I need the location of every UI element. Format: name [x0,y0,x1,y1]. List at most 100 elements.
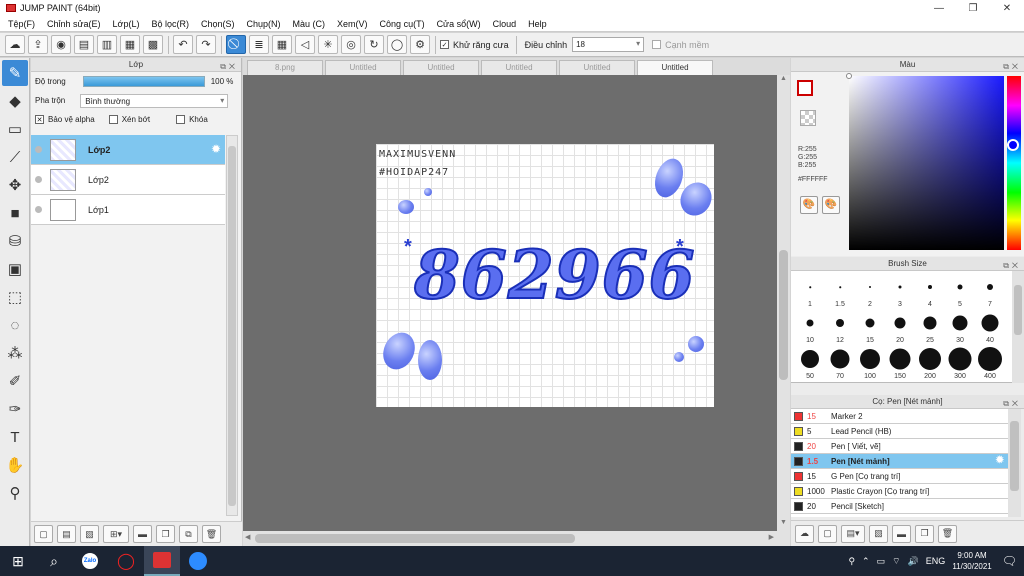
share-icon[interactable]: ⇪ [28,35,48,54]
scroll-right-icon[interactable]: ▶ [769,533,774,541]
people-icon[interactable]: ⚲ [848,556,855,567]
magic-wand-tool-icon[interactable]: ⁂ [2,340,28,366]
jump-paint-icon[interactable] [144,546,180,576]
select-pen-tool-icon[interactable]: ✐ [2,368,28,394]
brush-size-option[interactable]: 200 [915,345,945,381]
lock-checkbox[interactable] [176,115,186,124]
menu-edit[interactable]: Chỉnh sửa(E) [41,19,107,29]
duplicate-icon[interactable]: ❐ [156,525,175,543]
tray-chevron-icon[interactable]: ⌃ [862,556,870,567]
brush-size-option[interactable]: 5 [945,273,975,309]
subtool-item[interactable]: 15 Marker 2 [791,409,1008,424]
trash-icon[interactable]: 🗑 [202,525,221,543]
subtool-item-selected[interactable]: 1.5 Pen [Nét mảnh] ✹ [791,454,1008,469]
brush-size-option[interactable]: 50 [795,345,825,381]
brush-size-option[interactable]: 15 [855,309,885,345]
minimize-button[interactable]: — [922,0,956,16]
folder-icon[interactable]: ▬ [892,524,911,543]
gear-icon[interactable]: ✹ [996,455,1004,466]
subtool-menu-icon[interactable]: ▤▾ [841,524,865,543]
brush-size-option[interactable]: 4 [915,273,945,309]
layer-row[interactable]: Lớp2 [31,165,225,195]
redo-icon[interactable]: ↷ [196,35,216,54]
brush-size-option[interactable]: 40 [975,309,1005,345]
add-menu-icon[interactable]: ⊞▾ [103,525,129,543]
subtool-item[interactable]: 20 Pen [ Viết, vẽ] [791,439,1008,454]
eraser-tool-icon[interactable]: ◆ [2,88,28,114]
menu-file[interactable]: Tệp(F) [2,19,41,29]
layer-row[interactable]: Lớp1 [31,195,225,225]
brush-size-option[interactable]: 100 [855,345,885,381]
subtool-item[interactable]: 20 Pencil [Sketch] [791,499,1008,514]
volume-icon[interactable]: 🔊 [908,556,919,567]
subtool-settings-icon[interactable]: ▧ [869,524,888,543]
subtool-item[interactable]: 15 G Pen [Cọ trang trí] [791,469,1008,484]
antialias-checkbox[interactable]: ✓ [440,40,449,49]
menu-tools[interactable]: Công cụ(T) [374,19,431,29]
canvas-vertical-scrollbar[interactable]: ▲ ▼ [777,75,790,531]
opacity-slider[interactable] [82,76,205,87]
scroll-down-icon[interactable]: ▼ [777,519,790,531]
menu-help[interactable]: Help [522,19,553,29]
close-button[interactable]: ✕ [990,0,1024,16]
merge-icon[interactable]: ⧉ [179,525,198,543]
grid-layout-icon[interactable]: ▩ [143,35,163,54]
brush-size-option[interactable]: 1.5 [825,273,855,309]
perspective-ruler-icon[interactable]: ◁ [295,35,315,54]
zoom-icon[interactable] [180,546,216,576]
opera-icon[interactable]: ◯ [108,546,144,576]
visibility-icon[interactable] [35,146,42,153]
menu-select[interactable]: Chọn(S) [195,19,241,29]
network-icon[interactable]: ▭ [877,556,886,567]
visibility-icon[interactable] [35,206,42,213]
trash-icon[interactable]: 🗑 [938,524,957,543]
search-icon[interactable]: ⌕ [36,546,72,576]
move-tool-icon[interactable]: ✥ [2,172,28,198]
new-subtool-icon[interactable]: ▢ [818,524,837,543]
tab-document[interactable]: Untitled [403,60,479,75]
brush-size-option[interactable]: 1 [795,273,825,309]
clip-checkbox[interactable] [108,115,118,124]
menu-capture[interactable]: Chụp(N) [241,19,287,29]
menu-cloud[interactable]: Cloud [487,19,523,29]
brush-size-option[interactable]: 25 [915,309,945,345]
brush-size-option[interactable]: 12 [825,309,855,345]
new-layer-copy-icon[interactable]: ▤ [57,525,76,543]
menu-window[interactable]: Cửa sổ(W) [431,19,487,29]
brush-size-option[interactable]: 10 [795,309,825,345]
gear-icon[interactable]: ✹ [211,142,221,156]
tab-document[interactable]: Untitled [325,60,401,75]
windows-start-icon[interactable]: ⊞ [0,546,36,576]
gradient-tool-icon[interactable]: ▣ [2,256,28,282]
lasso-tool-icon[interactable]: ◌ [2,312,28,338]
soft-edge-checkbox[interactable] [652,40,662,49]
select-eraser-tool-icon[interactable]: ✑ [2,396,28,422]
brush-size-option[interactable]: 20 [885,309,915,345]
concentric-ruler-icon[interactable]: ◎ [341,35,361,54]
notification-icon[interactable]: 🗨 [1002,554,1017,568]
menu-layer[interactable]: Lớp(L) [107,19,146,29]
rect-select-tool-icon[interactable]: ⬚ [2,284,28,310]
line-tool-icon[interactable]: ⟋ [2,144,28,170]
undo-icon[interactable]: ↶ [173,35,193,54]
zalo-icon[interactable]: Zalo [72,546,108,576]
cloud-icon[interactable]: ☁ [5,35,25,54]
comment-icon[interactable]: ▤ [74,35,94,54]
page-icon[interactable]: ▥ [97,35,117,54]
transparent-swatch[interactable] [800,110,816,126]
language-indicator[interactable]: ENG [926,556,946,566]
cloud-download-icon[interactable]: ☁ [795,524,814,543]
clock[interactable]: 9:00 AM 11/30/2021 [952,550,991,572]
folder-icon[interactable]: ▬ [133,525,152,543]
brush-size-option[interactable]: 3 [885,273,915,309]
brush-size-option[interactable]: 150 [885,345,915,381]
fill-rect-tool-icon[interactable]: ■ [2,200,28,226]
tab-document[interactable]: Untitled [481,60,557,75]
menu-color[interactable]: Màu (C) [287,19,332,29]
panel-controls-icon[interactable]: ⧉✕ [220,60,238,74]
canvas-horizontal-scrollbar[interactable]: ◀ ▶ [243,531,790,546]
hue-knob[interactable] [1007,139,1019,151]
curve-ruler-icon[interactable]: ↻ [364,35,384,54]
protect-alpha-checkbox[interactable]: ✕ [35,115,44,124]
layer-scrollbar[interactable] [226,135,238,516]
